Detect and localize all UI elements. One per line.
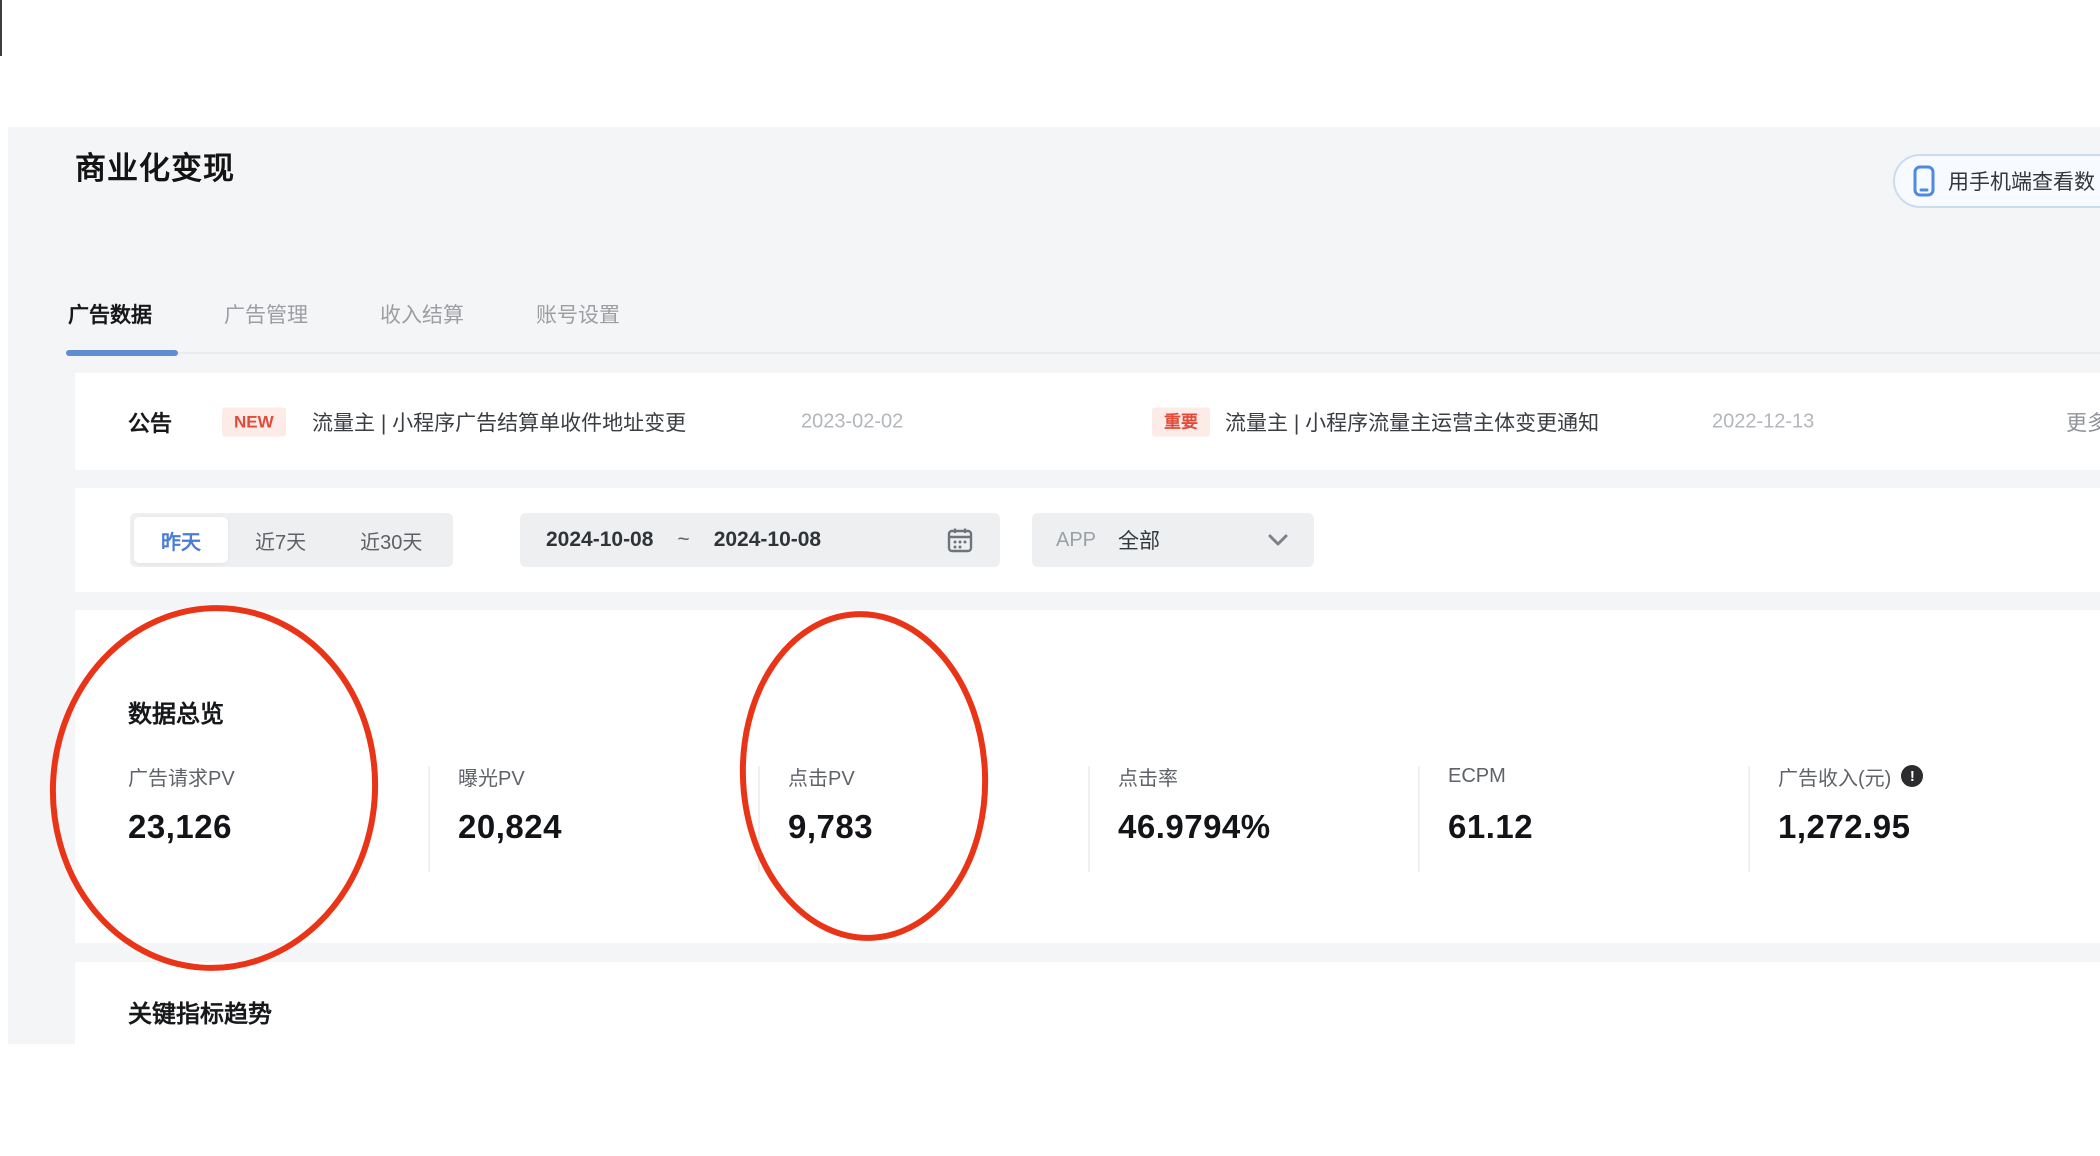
divider <box>1748 766 1750 872</box>
range-yesterday-button[interactable]: 昨天 <box>134 517 228 563</box>
tab-ad-management[interactable]: 广告管理 <box>224 276 308 352</box>
metric-value: 1,272.95 <box>1778 808 1911 845</box>
new-badge: NEW <box>222 407 286 436</box>
announcement-date: 2022-12-13 <box>1712 410 1815 432</box>
app-filter-label: APP <box>1056 528 1097 551</box>
range-last30days-button[interactable]: 近30天 <box>333 517 449 563</box>
date-range-picker[interactable]: 2024-10-08 ~ 2024-10-08 <box>520 513 1000 567</box>
metric-ad-revenue: 广告收入(元) ! 1,272.95 <box>1778 762 1924 846</box>
app-filter-select[interactable]: APP 全部 <box>1032 513 1314 567</box>
screen-edge-artifact <box>0 0 2 56</box>
announcement-title: 公告 <box>128 410 173 436</box>
important-badge: 重要 <box>1152 407 1210 436</box>
announcement-bar: 公告 NEW 流量主 | 小程序广告结算单收件地址变更 2023-02-02 重… <box>75 373 2100 470</box>
announcement-link[interactable]: 流量主 | 小程序流量主运营主体变更通知 <box>1225 407 1599 437</box>
overview-section-title: 数据总览 <box>128 701 224 728</box>
trend-section-title: 关键指标趋势 <box>128 1001 272 1028</box>
metric-label: 点击PV <box>788 767 855 790</box>
metric-ecpm: ECPM 61.12 <box>1448 762 1533 846</box>
metric-click-rate: 点击率 46.9794% <box>1118 762 1271 846</box>
metric-exposure-pv: 曝光PV 20,824 <box>458 762 562 846</box>
app-filter-value: 全部 <box>1118 530 1161 553</box>
date-start-value: 2024-10-08 <box>546 528 654 551</box>
metrics-row: 广告请求PV 23,126 曝光PV 20,824 点击PV 9,783 点击率… <box>75 762 2100 892</box>
key-metrics-trend-card: 关键指标趋势 <box>75 962 2100 1156</box>
metric-value: 61.12 <box>1448 808 1534 845</box>
tab-label: 广告管理 <box>224 304 308 327</box>
filter-bar: 昨天 近7天 近30天 2024-10-08 ~ 2024-10-08 APP … <box>75 488 2100 592</box>
metric-label: 点击率 <box>1118 767 1178 790</box>
divider <box>428 766 430 872</box>
announcement-date: 2023-02-02 <box>801 410 904 432</box>
metric-value: 46.9794% <box>1118 808 1271 845</box>
metric-label: 广告收入(元) <box>1778 767 1892 790</box>
page-title: 商业化变现 <box>75 151 235 186</box>
metric-ad-request-pv: 广告请求PV 23,126 <box>128 762 235 846</box>
data-overview-card: 数据总览 广告请求PV 23,126 曝光PV 20,824 点击PV 9,78… <box>75 610 2100 943</box>
tab-label: 广告数据 <box>68 304 152 327</box>
announcement-link[interactable]: 流量主 | 小程序广告结算单收件地址变更 <box>312 407 686 437</box>
chevron-down-icon <box>1266 532 1290 548</box>
date-end-value: 2024-10-08 <box>713 528 822 551</box>
metric-value: 9,783 <box>788 808 874 845</box>
date-range-separator: ~ <box>677 528 690 551</box>
page: 商业化变现 用手机端查看数 广告数据 广告管理 收入结算 账号设置 公告 NEW… <box>0 0 2100 1156</box>
tab-income-settlement[interactable]: 收入结算 <box>380 276 464 352</box>
tab-bar: 广告数据 广告管理 收入结算 账号设置 <box>66 276 2100 356</box>
view-on-mobile-button[interactable]: 用手机端查看数 <box>1893 154 2100 208</box>
phone-icon <box>1913 165 1935 197</box>
tab-ad-data[interactable]: 广告数据 <box>66 276 178 356</box>
calendar-icon[interactable] <box>946 526 974 554</box>
divider <box>1418 766 1420 872</box>
metric-label: ECPM <box>1448 764 1506 787</box>
view-on-mobile-label: 用手机端查看数 <box>1948 171 2095 194</box>
metric-label: 广告请求PV <box>128 767 235 790</box>
tab-label: 收入结算 <box>380 304 464 327</box>
range-last7days-button[interactable]: 近7天 <box>228 517 333 563</box>
metric-value: 23,126 <box>128 808 232 845</box>
more-link[interactable]: 更多 <box>2066 407 2100 437</box>
metric-click-pv: 点击PV 9,783 <box>788 762 873 846</box>
divider <box>1088 766 1090 872</box>
metric-value: 20,824 <box>458 808 562 845</box>
tab-account-settings[interactable]: 账号设置 <box>536 276 620 352</box>
date-quick-range-group: 昨天 近7天 近30天 <box>130 513 454 567</box>
tab-label: 账号设置 <box>536 304 620 327</box>
metric-label: 曝光PV <box>458 767 525 790</box>
info-icon[interactable]: ! <box>1901 765 1924 787</box>
divider <box>758 766 760 872</box>
